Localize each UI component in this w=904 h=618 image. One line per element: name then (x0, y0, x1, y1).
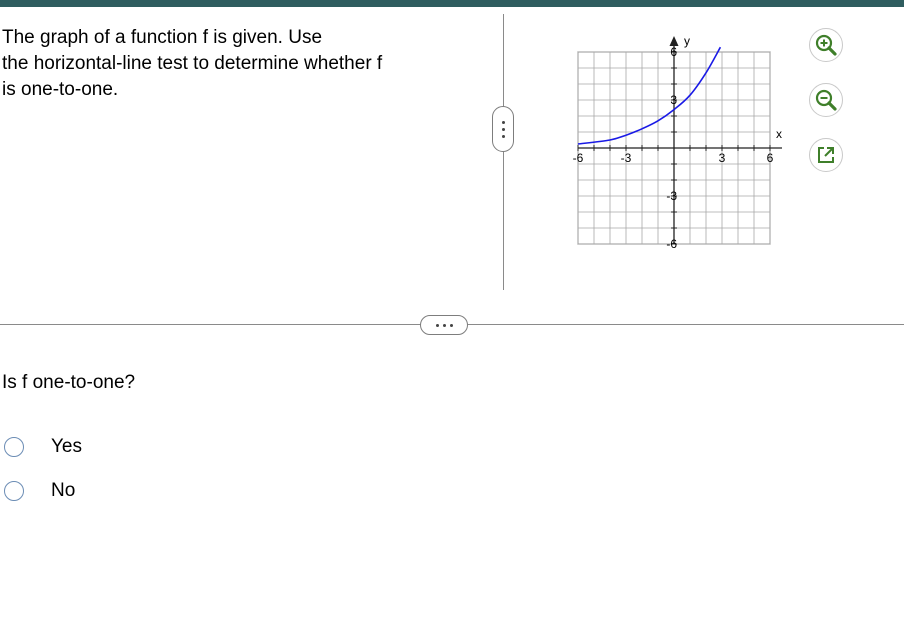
vertical-divider (503, 14, 504, 290)
radio-no[interactable] (4, 481, 24, 501)
vertical-resize-handle[interactable] (492, 106, 514, 152)
problem-prompt: The graph of a function f is given. Use … (2, 27, 383, 100)
y-tick-label: 6 (670, 45, 677, 59)
horizontal-resize-handle[interactable] (420, 315, 468, 335)
popout-button[interactable] (809, 138, 843, 172)
function-graph: y x -6 -3 3 6 6 3 -3 -6 (573, 34, 782, 251)
zoom-in-button[interactable] (809, 28, 843, 62)
top-bar (0, 0, 904, 7)
x-tick-label: -3 (621, 151, 632, 165)
question-text: Is f one-to-one? (2, 372, 136, 393)
x-axis-label: x (776, 127, 782, 141)
y-axis-label: y (684, 34, 690, 48)
option-yes[interactable]: Yes (4, 436, 82, 458)
y-tick-label: -6 (666, 237, 677, 251)
y-tick-label: -3 (666, 189, 677, 203)
x-tick-label: 6 (767, 151, 774, 165)
zoom-in-icon (815, 34, 837, 56)
option-no[interactable]: No (4, 480, 75, 502)
radio-yes[interactable] (4, 437, 24, 457)
zoom-out-icon (815, 89, 837, 111)
x-tick-label: -6 (573, 151, 584, 165)
zoom-out-button[interactable] (809, 83, 843, 117)
option-yes-label: Yes (51, 436, 82, 457)
external-window-icon (818, 147, 834, 163)
y-tick-label: 3 (670, 93, 677, 107)
option-no-label: No (51, 480, 76, 501)
x-tick-label: 3 (719, 151, 726, 165)
